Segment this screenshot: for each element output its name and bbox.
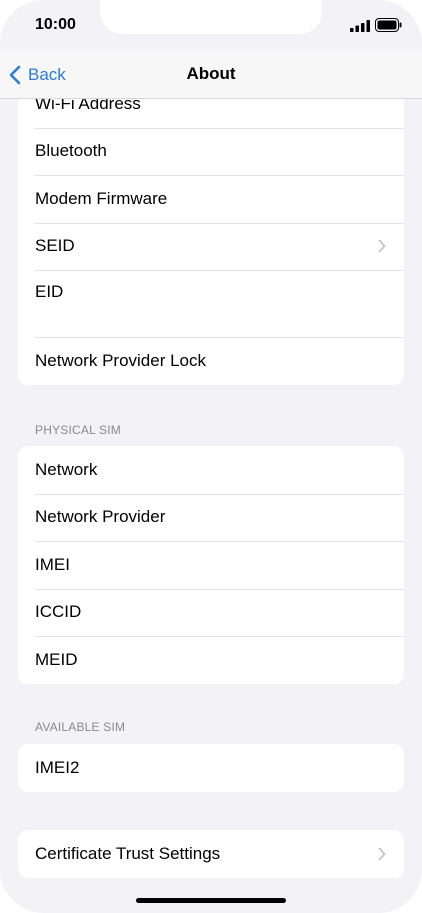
list-item-label: Network Provider: [35, 507, 166, 527]
list-item-imei2[interactable]: IMEI2: [18, 744, 404, 792]
list-item-label: Network: [35, 459, 98, 479]
list-item-modem-firmware[interactable]: Modem Firmware: [18, 175, 404, 223]
list-item-label: IMEI: [35, 554, 70, 574]
certificate-group: Certificate Trust Settings: [18, 830, 404, 878]
list-item-label: Modem Firmware: [35, 188, 168, 208]
battery-icon: [375, 18, 402, 32]
chevron-right-icon: [378, 847, 386, 861]
list-item-label: IMEI2: [35, 757, 80, 777]
status-time: 10:00: [35, 16, 76, 33]
list-item-label: Certificate Trust Settings: [35, 843, 221, 863]
list-item-imei[interactable]: IMEI: [18, 541, 404, 589]
section-header-physical-sim: PHYSICAL SIM: [35, 423, 121, 437]
list-item-iccid[interactable]: ICCID: [18, 588, 404, 637]
physical-sim-group: Network Network Provider IMEI ICCID MEID: [18, 446, 404, 684]
status-bar: 10:00: [0, 0, 422, 50]
device-info-group: Wi-Fi Address Bluetooth Modem Firmware S…: [18, 99, 404, 385]
list-item-bluetooth[interactable]: Bluetooth: [18, 127, 404, 176]
list-item-certificate-trust-settings[interactable]: Certificate Trust Settings: [18, 830, 404, 878]
list-item-network-provider-lock[interactable]: Network Provider Lock: [18, 337, 404, 385]
list-item-label: Wi-Fi Address: [35, 99, 141, 113]
available-sim-group: IMEI2: [18, 744, 404, 792]
section-header-available-sim: AVAILABLE SIM: [35, 720, 126, 734]
navigation-bar: Back About: [0, 50, 422, 99]
page-title: About: [186, 64, 236, 83]
list-item-label: Network Provider Lock: [35, 350, 207, 370]
home-indicator[interactable]: [136, 898, 286, 903]
list-item-network-provider[interactable]: Network Provider: [18, 493, 404, 542]
list-item-eid[interactable]: EID: [18, 270, 404, 337]
list-item-label: EID: [35, 282, 64, 301]
list-item-meid[interactable]: MEID: [18, 636, 404, 684]
list-item-network[interactable]: Network: [18, 446, 404, 494]
list-item-label: SEID: [35, 236, 75, 256]
phone-screen: 10:00 Back About Wi-Fi Address Bluetooth…: [0, 0, 422, 913]
list-item-label: MEID: [35, 649, 78, 669]
list-item-label: Bluetooth: [35, 141, 107, 161]
list-item-wifi-address[interactable]: Wi-Fi Address: [18, 99, 404, 128]
chevron-right-icon: [378, 239, 386, 253]
settings-content[interactable]: Wi-Fi Address Bluetooth Modem Firmware S…: [0, 99, 422, 913]
signal-icon: [350, 20, 370, 32]
list-item-seid[interactable]: SEID: [18, 222, 404, 271]
list-item-label: ICCID: [35, 602, 82, 622]
notch: [100, 0, 322, 34]
